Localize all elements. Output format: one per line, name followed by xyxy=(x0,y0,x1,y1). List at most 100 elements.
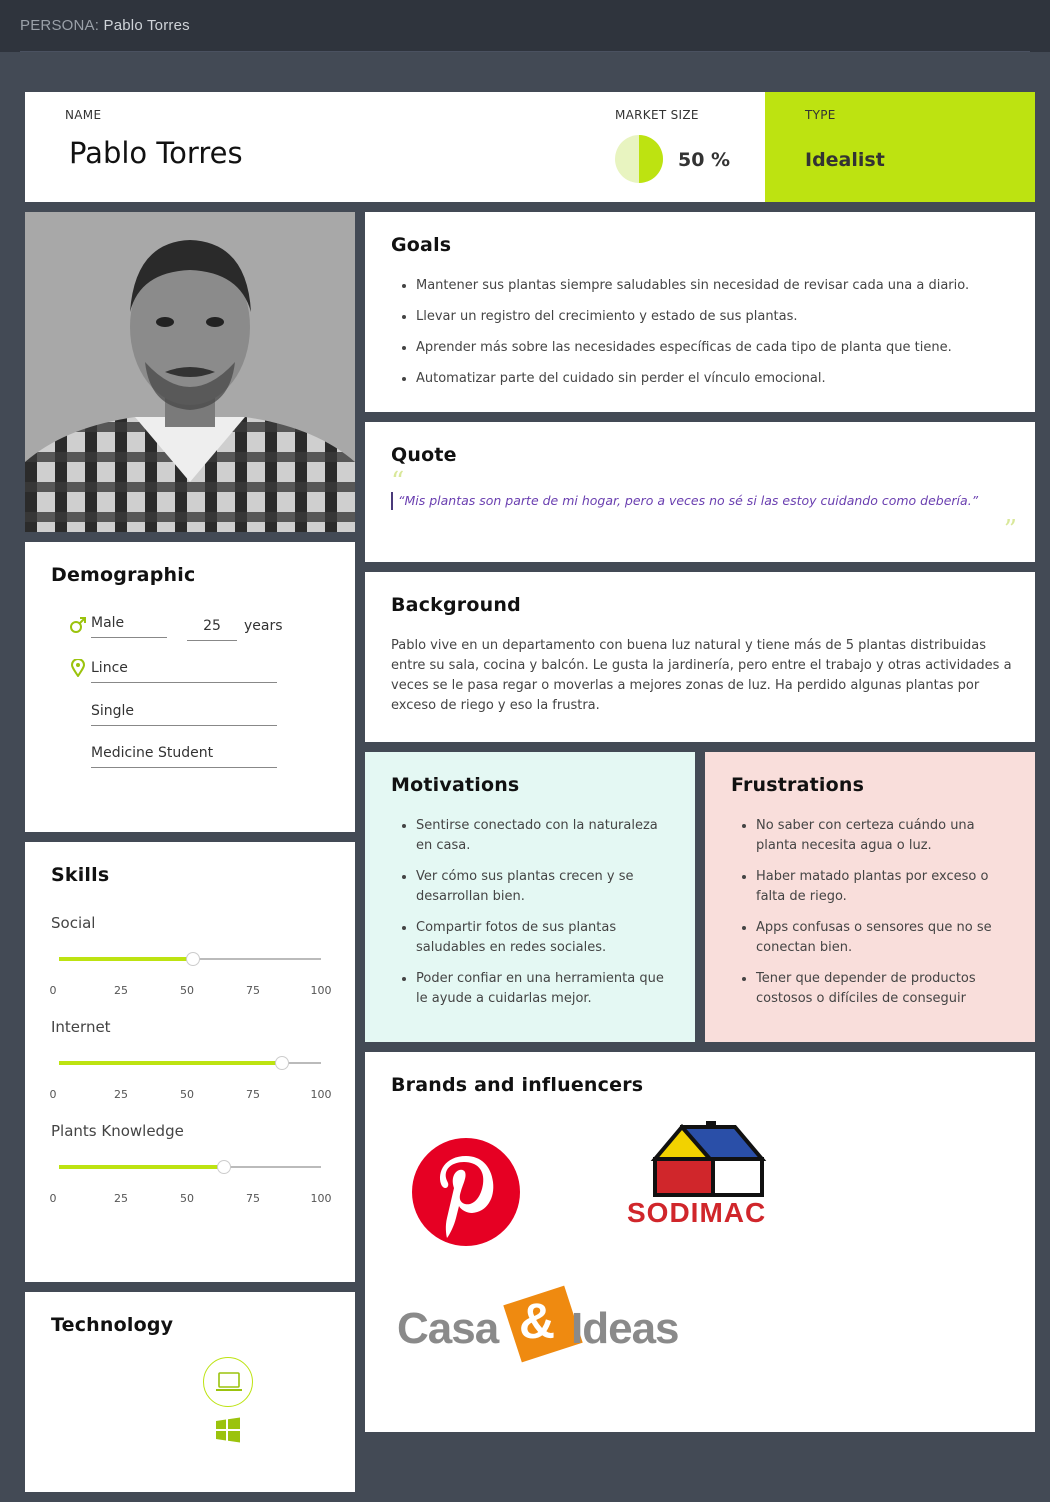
skill-slider-fill xyxy=(59,1061,282,1065)
casa-ideas-logo: Casa & Ideas xyxy=(395,1284,695,1374)
portrait-image xyxy=(25,212,355,532)
persona-title: PERSONA: Pablo Torres xyxy=(20,17,190,34)
skill-scale-tick: 100 xyxy=(310,1192,332,1205)
skill-slider-handle[interactable] xyxy=(274,1056,289,1070)
motivation-item: Poder confiar en una herramienta que le … xyxy=(416,969,671,1009)
market-size-value: 50 % xyxy=(678,149,731,171)
demographic-card: Demographic Male 25 years Lince Single M… xyxy=(25,542,355,832)
quote-text: “Mis plantas son parte de mi hogar, pero… xyxy=(398,493,979,508)
skill-scale-tick: 75 xyxy=(246,1192,260,1205)
motivations-title: Motivations xyxy=(391,774,520,796)
skill-scale-tick: 50 xyxy=(180,984,194,997)
ampersand-text: & xyxy=(519,1293,556,1349)
skill-scale-tick: 50 xyxy=(180,1192,194,1205)
background-card: Background Pablo vive en un departamento… xyxy=(365,572,1035,742)
demographic-title: Demographic xyxy=(51,564,196,586)
skill-scale-tick: 100 xyxy=(310,984,332,997)
skill-slider[interactable] xyxy=(59,1056,321,1070)
close-quote-icon: ” xyxy=(1003,515,1017,545)
type-value: Idealist xyxy=(805,149,885,171)
motivations-list: Sentirse conectado con la naturaleza en … xyxy=(416,816,671,1020)
goals-card: Goals Mantener sus plantas siempre salud… xyxy=(365,212,1035,412)
gender-field[interactable]: Male xyxy=(91,615,167,638)
goal-item: Aprender más sobre las necesidades espec… xyxy=(416,338,969,358)
frustration-item: No saber con certeza cuándo una planta n… xyxy=(756,816,1011,856)
skill-scale-tick: 50 xyxy=(180,1088,194,1101)
sodimac-logo: SODIMAC xyxy=(560,1117,880,1242)
background-text: Pablo vive en un departamento con buena … xyxy=(391,638,1012,713)
frustrations-title: Frustrations xyxy=(731,774,865,796)
brands-card: Brands and influencers SODIMAC Casa & Id… xyxy=(365,1052,1035,1432)
quote-title: Quote xyxy=(391,444,457,466)
status-field[interactable]: Single xyxy=(91,703,277,726)
top-divider xyxy=(20,51,1030,52)
name-label: NAME xyxy=(65,108,102,122)
skill-scale: 0 25 50 75 100 xyxy=(49,984,333,998)
skill-scale-tick: 0 xyxy=(49,1088,57,1101)
skill-slider[interactable] xyxy=(59,952,321,966)
type-card: TYPE Idealist xyxy=(765,92,1035,202)
technology-title: Technology xyxy=(51,1314,174,1336)
persona-label: PERSONA: xyxy=(20,17,100,34)
skill-scale-tick: 0 xyxy=(49,984,57,997)
laptop-icon[interactable] xyxy=(203,1357,253,1407)
pinterest-logo xyxy=(395,1122,540,1262)
skill-scale: 0 25 50 75 100 xyxy=(49,1192,333,1206)
sodimac-text: SODIMAC xyxy=(627,1197,767,1228)
skill-scale: 0 25 50 75 100 xyxy=(49,1088,333,1102)
motivation-item: Sentirse conectado con la naturaleza en … xyxy=(416,816,671,856)
age-field[interactable]: 25 xyxy=(187,618,237,641)
quote-card: Quote “ “Mis plantas son parte de mi hog… xyxy=(365,422,1035,562)
skills-title: Skills xyxy=(51,864,110,886)
location-pin-icon xyxy=(71,659,85,677)
skill-scale-tick: 75 xyxy=(246,984,260,997)
male-icon xyxy=(70,617,86,633)
goal-item: Automatizar parte del cuidado sin perder… xyxy=(416,369,969,389)
goal-item: Llevar un registro del crecimiento y est… xyxy=(416,307,969,327)
frustration-item: Tener que depender de productos costosos… xyxy=(756,969,1011,1009)
casa-text: Casa xyxy=(397,1304,499,1353)
persona-photo xyxy=(25,212,355,532)
market-size-pie xyxy=(615,135,663,183)
skill-slider[interactable] xyxy=(59,1160,321,1174)
header-card: NAME Pablo Torres MARKET SIZE 50 % xyxy=(25,92,765,202)
goal-item: Mantener sus plantas siempre saludables … xyxy=(416,276,969,296)
skill-label: Social xyxy=(51,914,96,932)
persona-name-heading: Pablo Torres xyxy=(69,136,243,170)
skill-scale-tick: 75 xyxy=(246,1088,260,1101)
skill-scale-tick: 25 xyxy=(114,1088,128,1101)
skill-scale-tick: 25 xyxy=(114,984,128,997)
brands-title: Brands and influencers xyxy=(391,1074,644,1096)
skill-scale-tick: 25 xyxy=(114,1192,128,1205)
skills-card: Skills Social 0 25 50 75 100 Internet 0 25 50 75 10… xyxy=(25,842,355,1282)
technology-card: Technology xyxy=(25,1292,355,1492)
skill-scale-tick: 0 xyxy=(49,1192,57,1205)
windows-icon[interactable] xyxy=(215,1417,241,1443)
frustrations-card: Frustrations No saber con certeza cuándo… xyxy=(705,752,1035,1042)
persona-name: Pablo Torres xyxy=(103,17,190,34)
ideas-text: Ideas xyxy=(571,1304,680,1353)
goals-title: Goals xyxy=(391,234,452,256)
background-title: Background xyxy=(391,594,521,616)
goals-list: Mantener sus plantas siempre saludables … xyxy=(416,276,969,400)
motivations-card: Motivations Sentirse conectado con la na… xyxy=(365,752,695,1042)
age-unit: years xyxy=(244,618,283,634)
motivation-item: Ver cómo sus plantas crecen y se desarro… xyxy=(416,867,671,907)
skill-scale-tick: 100 xyxy=(310,1088,332,1101)
location-field[interactable]: Lince xyxy=(91,660,277,683)
open-quote-icon: “ xyxy=(391,467,405,497)
market-size-label: MARKET SIZE xyxy=(615,108,699,122)
skill-label: Internet xyxy=(51,1018,111,1036)
type-label: TYPE xyxy=(805,108,836,122)
top-bar: PERSONA: Pablo Torres xyxy=(0,0,1050,52)
frustration-item: Apps confusas o sensores que no se conec… xyxy=(756,918,1011,958)
frustration-item: Haber matado plantas por exceso o falta … xyxy=(756,867,1011,907)
skill-label: Plants Knowledge xyxy=(51,1122,184,1140)
skill-slider-fill xyxy=(59,957,193,961)
skill-slider-fill xyxy=(59,1165,225,1169)
frustrations-list: No saber con certeza cuándo una planta n… xyxy=(756,816,1011,1020)
occupation-field[interactable]: Medicine Student xyxy=(91,745,277,768)
motivation-item: Compartir fotos de sus plantas saludable… xyxy=(416,918,671,958)
skill-slider-handle[interactable] xyxy=(185,952,200,966)
skill-slider-handle[interactable] xyxy=(217,1160,232,1174)
